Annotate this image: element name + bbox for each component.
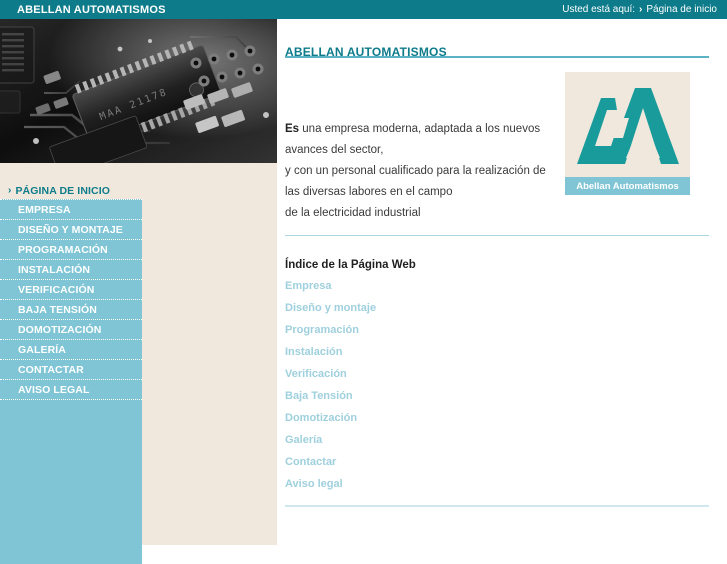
sidebar-item-galeria[interactable]: GALERÍA [0, 339, 142, 359]
index-link-contactar[interactable]: Contactar [285, 451, 585, 473]
sidebar-item-label: EMPRESA [18, 203, 71, 216]
sidebar-item-diseno-y-montaje[interactable]: DISEÑO Y MONTAJE [0, 219, 142, 239]
sidebar-item-label: PROGRAMACIÓN [18, 243, 108, 256]
index-link-list: Empresa Diseño y montaje Programación In… [285, 275, 585, 495]
sidebar-item-verificacion[interactable]: VERIFICACIÓN [0, 279, 142, 299]
sidebar-item-instalacion[interactable]: INSTALACIÓN [0, 259, 142, 279]
footer-divider [285, 505, 709, 507]
index-link-empresa[interactable]: Empresa [285, 275, 585, 297]
company-logo-card: Abellan Automatismos [565, 72, 690, 195]
breadcrumb-current-page[interactable]: Página de inicio [646, 4, 717, 15]
sidebar-item-contactar[interactable]: CONTACTAR [0, 359, 142, 379]
intro-line-3: de la electricidad industrial [285, 206, 421, 219]
chevron-right-icon: › [639, 4, 643, 15]
aa-monogram-logo-icon [565, 80, 690, 168]
index-link-domotizacion[interactable]: Domotización [285, 407, 585, 429]
sidebar-item-aviso-legal[interactable]: AVISO LEGAL [0, 379, 142, 400]
index-link-verificacion[interactable]: Verificación [285, 363, 585, 385]
title-divider [285, 56, 709, 58]
sidebar-item-label: DOMOTIZACIÓN [18, 323, 102, 336]
sidebar-item-label: CONTACTAR [18, 363, 84, 376]
index-link-programacion[interactable]: Programación [285, 319, 585, 341]
index-link-baja-tension[interactable]: Baja Tensión [285, 385, 585, 407]
left-column: MAA 21178 › PÁGINA DE INICIO EMPRESA DIS… [0, 19, 277, 564]
chevron-right-icon: › [8, 185, 12, 196]
page-root: ABELLAN AUTOMATISMOS Usted está aquí: › … [0, 0, 727, 564]
sidebar-item-label: VERIFICACIÓN [18, 283, 95, 296]
top-header-bar: ABELLAN AUTOMATISMOS Usted está aquí: › … [0, 0, 727, 19]
main-content: ABELLAN AUTOMATISMOS Es una empresa mode… [277, 19, 727, 545]
sidebar-item-label: PÁGINA DE INICIO [15, 184, 110, 197]
breadcrumb: Usted está aquí: › Página de inicio [562, 4, 717, 15]
sidebar-item-domotizacion[interactable]: DOMOTIZACIÓN [0, 319, 142, 339]
index-link-diseno-y-montaje[interactable]: Diseño y montaje [285, 297, 585, 319]
index-divider [285, 235, 709, 236]
sidebar-item-label: GALERÍA [18, 343, 66, 356]
sidebar-item-baja-tension[interactable]: BAJA TENSIÓN [0, 299, 142, 319]
index-link-instalacion[interactable]: Instalación [285, 341, 585, 363]
sidebar-item-label: BAJA TENSIÓN [18, 303, 97, 316]
intro-line-1: una empresa moderna, adaptada a los nuev… [285, 122, 541, 156]
sidebar-item-label: AVISO LEGAL [18, 383, 90, 396]
index-link-galeria[interactable]: Galería [285, 429, 585, 451]
sidebar-item-programacion[interactable]: PROGRAMACIÓN [0, 239, 142, 259]
circuit-board-photo: MAA 21178 [0, 19, 277, 163]
sidebar-navigation: › PÁGINA DE INICIO EMPRESA DISEÑO Y MONT… [0, 182, 142, 564]
index-link-aviso-legal[interactable]: Aviso legal [285, 473, 585, 495]
intro-paragraph: Es una empresa moderna, adaptada a los n… [285, 119, 555, 224]
index-heading: Índice de la Página Web [285, 258, 416, 271]
intro-line-2: y con un personal cualificado para la re… [285, 164, 546, 198]
sidebar-item-empresa[interactable]: EMPRESA [0, 199, 142, 219]
logo-caption: Abellan Automatismos [565, 177, 690, 195]
sidebar-item-pagina-de-inicio[interactable]: › PÁGINA DE INICIO [0, 182, 142, 199]
site-title: ABELLAN AUTOMATISMOS [17, 4, 166, 16]
sidebar-item-label: DISEÑO Y MONTAJE [18, 223, 123, 236]
intro-lead: Es [285, 122, 300, 135]
breadcrumb-label: Usted está aquí: [562, 4, 636, 15]
sidebar-item-label: INSTALACIÓN [18, 263, 91, 276]
